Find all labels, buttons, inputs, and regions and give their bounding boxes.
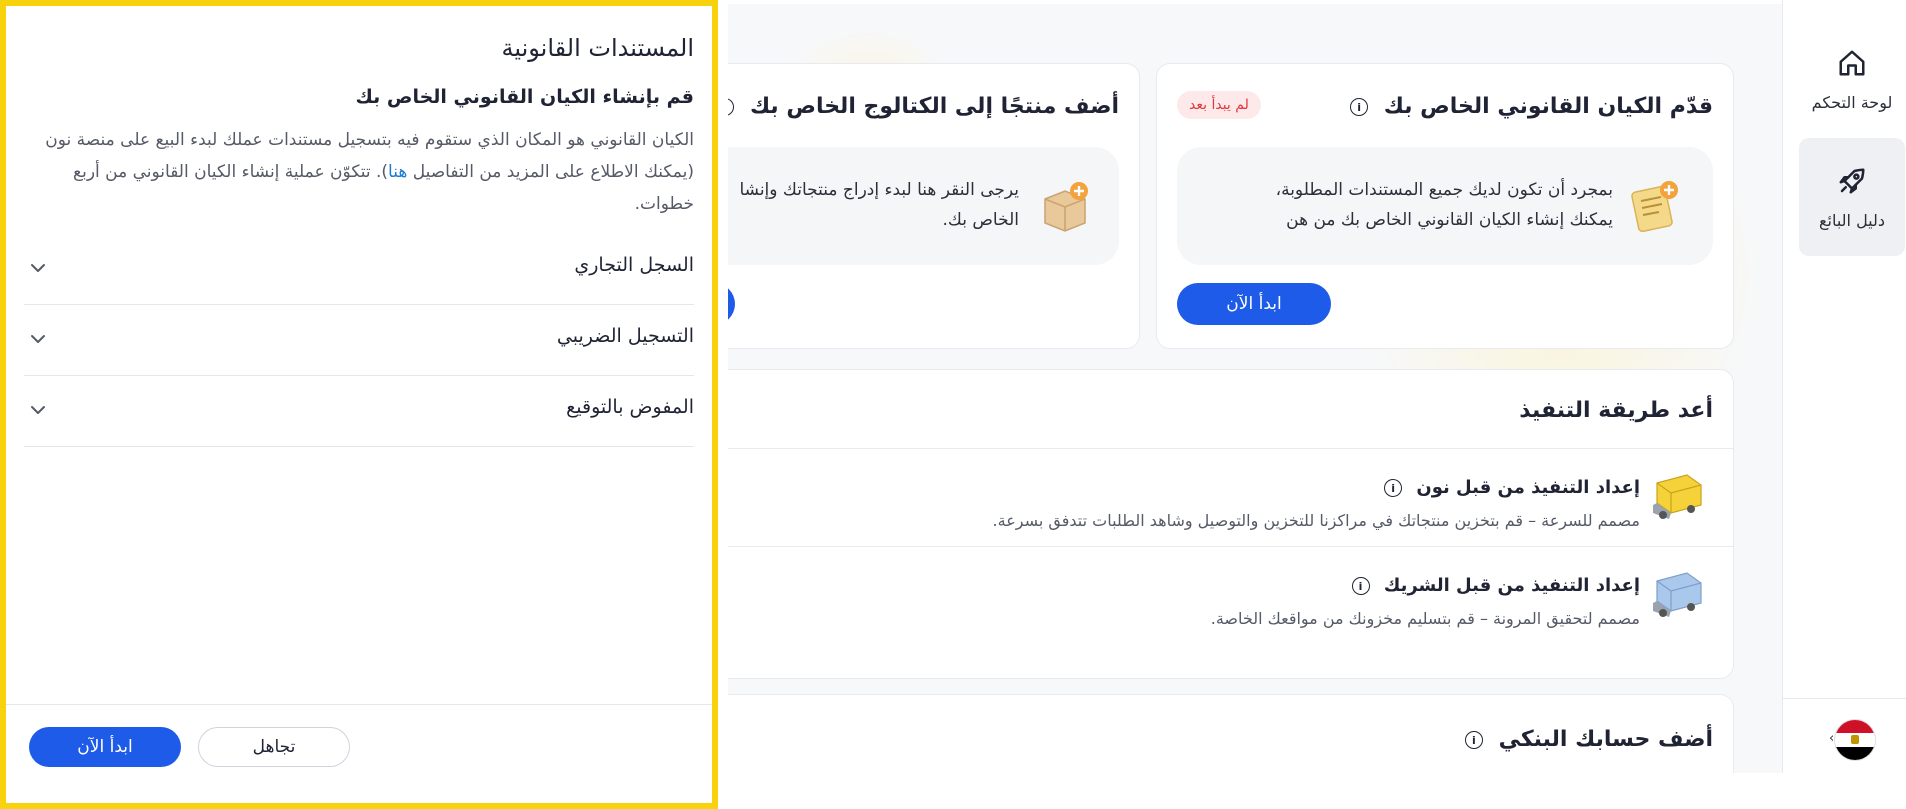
catalog-title: أضف منتجًا إلى الكتالوج الخاص بك i	[728, 94, 1119, 119]
catalog-card: أضف منتجًا إلى الكتالوج الخاص بك i يرجى …	[728, 63, 1140, 349]
drawer-title: المستندات القانونية	[501, 34, 694, 62]
drawer-start-now-button[interactable]: ابدأ الآن	[29, 727, 181, 767]
sidebar-item-label: لوحة التحكم	[1811, 92, 1893, 112]
package-icon	[1037, 179, 1093, 233]
legal-documents-drawer: المستندات القانونية قم بإنشاء الكيان الق…	[0, 0, 718, 809]
sidebar-item-dashboard[interactable]: لوحة التحكم	[1799, 20, 1905, 138]
info-icon[interactable]: i	[1350, 98, 1369, 116]
ignore-button[interactable]: تجاهل	[198, 727, 350, 767]
accordion-label: السجل التجاري	[574, 254, 694, 276]
info-icon[interactable]: i	[1384, 479, 1403, 497]
chevron-down-icon	[31, 335, 45, 343]
legal-entity-card: قدّم الكيان القانوني الخاص بك i لم يبدأ …	[1156, 63, 1734, 349]
fulfillment-option-description: مصمم للسرعة – قم بتخزين منتجاتك في مراكز…	[992, 511, 1640, 530]
chevron-down-icon	[31, 406, 45, 414]
bank-account-title: أضف حسابك البنكي i	[1464, 727, 1713, 752]
egypt-flag-icon[interactable]	[1835, 720, 1875, 760]
fulfillment-option-title: إعداد التنفيذ من قبل نون i	[1384, 477, 1640, 498]
details-link[interactable]: هنا	[388, 162, 407, 182]
fulfillment-option-title: إعداد التنفيذ من قبل الشريك i	[1351, 575, 1640, 596]
accordion-tax-registration[interactable]: التسجيل الضريبي	[24, 305, 694, 376]
catalog-start-button[interactable]	[728, 283, 735, 325]
drawer-subtitle: قم بإنشاء الكيان القانوني الخاص بك	[355, 86, 694, 108]
sidebar: لوحة التحكم دليل البائع ‹	[1782, 0, 1906, 773]
legal-entity-info-box: بمجرد أن تكون لديك جميع المستندات المطلو…	[1177, 147, 1713, 265]
status-badge: لم يبدأ بعد	[1177, 91, 1261, 119]
info-icon[interactable]: i	[1464, 731, 1483, 749]
chevron-down-icon	[31, 264, 45, 272]
drawer-description: الكيان القانوني هو المكان الذي ستقوم فيه…	[45, 130, 694, 214]
accordion-label: المفوض بالتوقيع	[566, 396, 694, 418]
info-icon[interactable]: i	[728, 98, 735, 116]
fulfillment-option-partner[interactable]: إعداد التنفيذ من قبل الشريك i مصمم لتحقي…	[728, 546, 1733, 644]
drawer-footer-divider	[6, 704, 712, 705]
rocket-icon	[1836, 165, 1868, 197]
accordion-commercial-register[interactable]: السجل التجاري	[24, 234, 694, 305]
sidebar-item-seller-guide[interactable]: دليل البائع	[1799, 138, 1905, 256]
accordion-authorized-signatory[interactable]: المفوض بالتوقيع	[24, 376, 694, 447]
document-icon	[1625, 177, 1683, 233]
fulfillment-option-noon[interactable]: إعداد التنفيذ من قبل نون i مصمم للسرعة –…	[728, 448, 1733, 546]
yellow-truck-icon	[1651, 469, 1707, 521]
sidebar-divider	[1783, 698, 1906, 699]
bank-account-card: أضف حسابك البنكي i	[728, 694, 1734, 773]
fulfillment-option-description: مصمم لتحقيق المرونة – قم بتسليم مخزونك م…	[1210, 609, 1640, 628]
fulfillment-card: أعد طريقة التنفيذ إعداد التنفيذ من قبل ن…	[728, 369, 1734, 679]
sidebar-item-label: دليل البائع	[1818, 210, 1886, 230]
legal-entity-title: قدّم الكيان القانوني الخاص بك i	[1350, 94, 1713, 119]
blue-truck-icon	[1651, 567, 1707, 619]
fulfillment-title: أعد طريقة التنفيذ	[1519, 398, 1713, 423]
catalog-description: يرجى النقر هنا لبدء إدراج منتجاتك وإنشا …	[739, 180, 1019, 230]
main-content: قدّم الكيان القانوني الخاص بك i لم يبدأ …	[728, 4, 1782, 773]
start-now-button[interactable]: ابدأ الآن	[1177, 283, 1331, 325]
info-icon[interactable]: i	[1351, 577, 1370, 595]
legal-entity-description: بمجرد أن تكون لديك جميع المستندات المطلو…	[1275, 180, 1613, 230]
accordion-label: التسجيل الضريبي	[556, 325, 694, 347]
chevron-left-icon[interactable]: ‹	[1829, 731, 1834, 746]
catalog-info-box: يرجى النقر هنا لبدء إدراج منتجاتك وإنشا …	[728, 147, 1119, 265]
home-icon	[1836, 47, 1868, 79]
